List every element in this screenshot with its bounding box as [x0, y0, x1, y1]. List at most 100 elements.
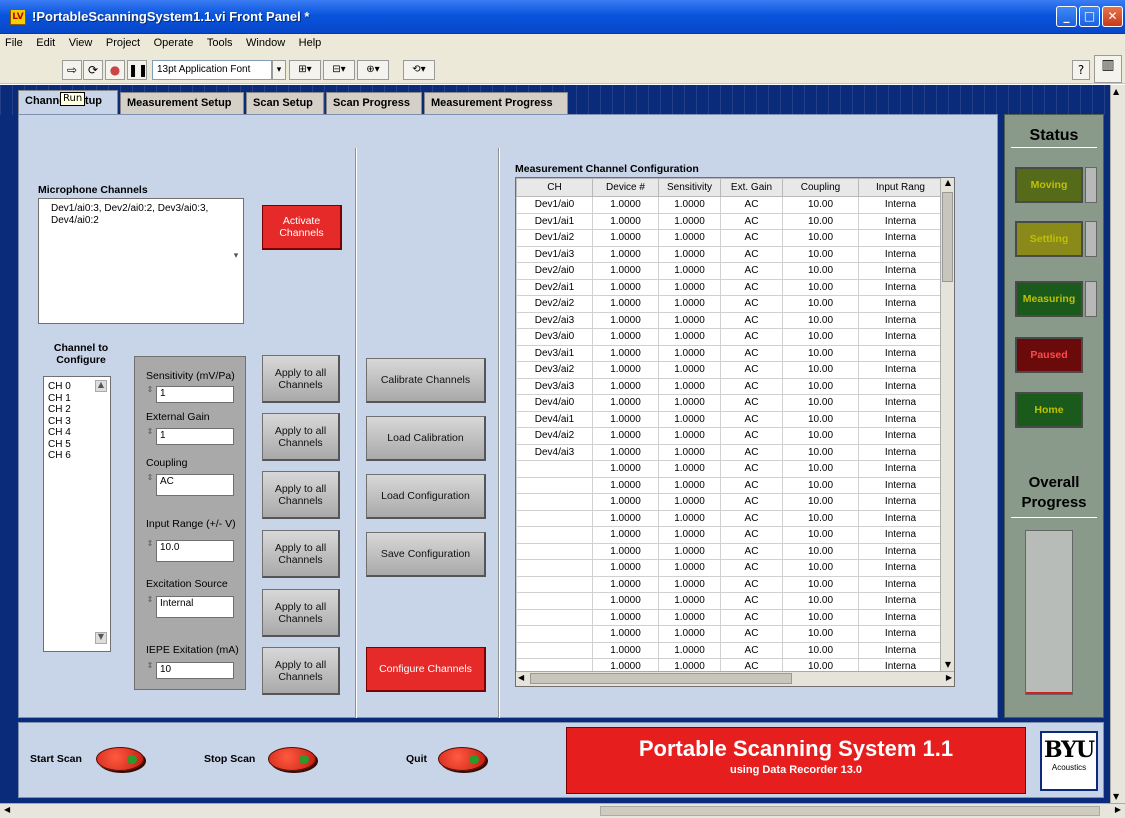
minimize-button[interactable]: _: [1056, 6, 1077, 27]
col-coupling-header[interactable]: Coupling: [782, 178, 859, 197]
table-cell[interactable]: AC: [720, 328, 783, 346]
table-cell[interactable]: AC: [720, 608, 783, 626]
table-cell[interactable]: AC: [720, 641, 783, 659]
table-cell[interactable]: AC: [720, 427, 783, 445]
table-cell[interactable]: [516, 509, 593, 527]
table-cell[interactable]: Interna: [858, 229, 943, 247]
table-cell[interactable]: Dev1/ai0: [516, 196, 593, 214]
table-cell[interactable]: 1.0000: [592, 641, 659, 659]
channel-list-scroll-down-icon[interactable]: ▼: [95, 632, 107, 644]
channel-item[interactable]: CH 4: [48, 427, 106, 439]
table-cell[interactable]: 10.00: [782, 625, 859, 643]
table-cell[interactable]: Dev1/ai2: [516, 229, 593, 247]
table-cell[interactable]: 1.0000: [658, 229, 721, 247]
table-cell[interactable]: AC: [720, 443, 783, 461]
load-configuration-button[interactable]: Load Configuration: [366, 474, 486, 519]
font-select[interactable]: 13pt Application Font: [152, 60, 272, 80]
table-cell[interactable]: AC: [720, 575, 783, 593]
table-cell[interactable]: 10.00: [782, 641, 859, 659]
table-cell[interactable]: 1.0000: [592, 245, 659, 263]
table-cell[interactable]: 1.0000: [592, 443, 659, 461]
table-cell[interactable]: 10.00: [782, 311, 859, 329]
table-cell[interactable]: Dev4/ai0: [516, 394, 593, 412]
table-cell[interactable]: 10.00: [782, 509, 859, 527]
activate-channels-button[interactable]: Activate Channels: [262, 205, 342, 250]
table-cell[interactable]: [516, 493, 593, 511]
scroll-right-icon[interactable]: ▶: [946, 673, 952, 682]
table-row[interactable]: Dev4/ai2 1.0000 1.0000 AC 10.00 Interna: [516, 427, 943, 445]
table-cell[interactable]: Interna: [858, 641, 943, 659]
table-cell[interactable]: Interna: [858, 311, 943, 329]
table-cell[interactable]: Interna: [858, 344, 943, 362]
table-cell[interactable]: AC: [720, 295, 783, 313]
table-row[interactable]: Dev1/ai0 1.0000 1.0000 AC 10.00 Interna: [516, 196, 943, 214]
table-cell[interactable]: 1.0000: [592, 410, 659, 428]
table-cell[interactable]: 1.0000: [658, 608, 721, 626]
table-cell[interactable]: 10.00: [782, 542, 859, 560]
table-row[interactable]: 1.0000 1.0000 AC 10.00 Interna: [516, 559, 943, 577]
hscroll-thumb[interactable]: [530, 673, 792, 684]
table-cell[interactable]: 10.00: [782, 295, 859, 313]
table-cell[interactable]: 1.0000: [658, 575, 721, 593]
window-scroll-up-icon[interactable]: ▲: [1113, 87, 1119, 96]
table-cell[interactable]: 1.0000: [592, 526, 659, 544]
table-row[interactable]: 1.0000 1.0000 AC 10.00 Interna: [516, 509, 943, 527]
window-vertical-scrollbar[interactable]: ▲ ▼: [1110, 85, 1125, 803]
excitation-spin-icon[interactable]: ⇕: [146, 596, 154, 613]
table-cell[interactable]: 1.0000: [592, 592, 659, 610]
table-row[interactable]: 1.0000 1.0000 AC 10.00 Interna: [516, 460, 943, 478]
sensitivity-spin-icon[interactable]: ⇕: [146, 386, 154, 403]
col-gain-header[interactable]: Ext. Gain: [720, 178, 783, 197]
input-range-input[interactable]: 10.0: [156, 540, 234, 562]
table-cell[interactable]: 1.0000: [592, 212, 659, 230]
calibrate-channels-button[interactable]: Calibrate Channels: [366, 358, 486, 403]
table-cell[interactable]: 1.0000: [592, 229, 659, 247]
table-cell[interactable]: Interna: [858, 212, 943, 230]
table-cell[interactable]: Dev3/ai0: [516, 328, 593, 346]
table-cell[interactable]: 1.0000: [658, 328, 721, 346]
apply-range-button[interactable]: Apply to all Channels: [262, 530, 340, 578]
table-cell[interactable]: 1.0000: [592, 278, 659, 296]
table-cell[interactable]: 1.0000: [592, 559, 659, 577]
table-cell[interactable]: Interna: [858, 410, 943, 428]
table-cell[interactable]: [516, 592, 593, 610]
table-cell[interactable]: 1.0000: [658, 394, 721, 412]
channel-item[interactable]: CH 1: [48, 393, 106, 405]
table-horizontal-scrollbar[interactable]: ◀ ▶: [516, 671, 954, 686]
save-configuration-button[interactable]: Save Configuration: [366, 532, 486, 577]
table-cell[interactable]: AC: [720, 476, 783, 494]
font-dropdown-icon[interactable]: ▾: [272, 60, 286, 80]
table-cell[interactable]: 1.0000: [658, 443, 721, 461]
table-cell[interactable]: Dev1/ai3: [516, 245, 593, 263]
table-row[interactable]: Dev3/ai2 1.0000 1.0000 AC 10.00 Interna: [516, 361, 943, 379]
excitation-source-select[interactable]: Internal: [156, 596, 234, 618]
table-cell[interactable]: Dev3/ai1: [516, 344, 593, 362]
table-cell[interactable]: Dev1/ai1: [516, 212, 593, 230]
channel-item[interactable]: CH 6: [48, 450, 106, 462]
table-cell[interactable]: Dev3/ai2: [516, 361, 593, 379]
table-row[interactable]: Dev3/ai1 1.0000 1.0000 AC 10.00 Interna: [516, 344, 943, 362]
menu-file[interactable]: File: [0, 34, 28, 49]
table-cell[interactable]: Interna: [858, 460, 943, 478]
table-cell[interactable]: Interna: [858, 245, 943, 263]
table-row[interactable]: Dev1/ai3 1.0000 1.0000 AC 10.00 Interna: [516, 245, 943, 263]
external-gain-spin-icon[interactable]: ⇕: [146, 428, 154, 445]
iepe-spin-icon[interactable]: ⇕: [146, 662, 154, 679]
table-row[interactable]: 1.0000 1.0000 AC 10.00 Interna: [516, 608, 943, 626]
table-cell[interactable]: 1.0000: [592, 295, 659, 313]
table-cell[interactable]: 1.0000: [658, 625, 721, 643]
run-arrow-icon[interactable]: ⇨: [62, 60, 82, 80]
table-cell[interactable]: Interna: [858, 262, 943, 280]
table-cell[interactable]: AC: [720, 394, 783, 412]
table-cell[interactable]: 10.00: [782, 196, 859, 214]
table-cell[interactable]: 10.00: [782, 476, 859, 494]
table-cell[interactable]: 1.0000: [658, 509, 721, 527]
menu-edit[interactable]: Edit: [31, 34, 60, 49]
window-scroll-down-icon[interactable]: ▼: [1113, 792, 1119, 801]
table-cell[interactable]: Interna: [858, 328, 943, 346]
table-cell[interactable]: 10.00: [782, 493, 859, 511]
table-cell[interactable]: 10.00: [782, 559, 859, 577]
table-cell[interactable]: Interna: [858, 443, 943, 461]
col-sensitivity-header[interactable]: Sensitivity: [658, 178, 721, 197]
table-cell[interactable]: 1.0000: [592, 493, 659, 511]
